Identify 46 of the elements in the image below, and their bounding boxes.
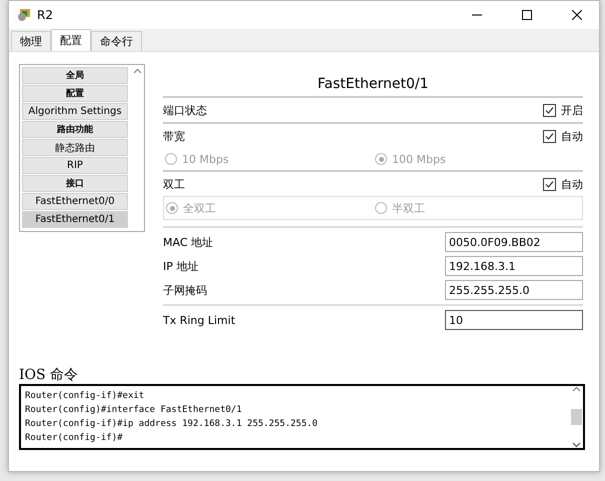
close-icon: [572, 10, 582, 20]
scroll-up-icon[interactable]: [572, 386, 580, 392]
tab[interactable]: 命令行: [91, 31, 142, 51]
sidebar-item[interactable]: 接口: [22, 175, 128, 192]
tab[interactable]: 配置: [51, 29, 91, 51]
checkmark-icon: [545, 106, 554, 114]
checkmark-icon: [545, 180, 554, 188]
input-field[interactable]: 10: [445, 310, 583, 330]
sidebar-item[interactable]: FastEthernet0/0: [22, 193, 128, 210]
input-field[interactable]: 192.168.3.1: [445, 256, 583, 276]
field-label: IP 地址: [163, 258, 198, 274]
router-icon: [17, 8, 31, 22]
radio-label: 半双工: [392, 200, 425, 216]
sidebar-item[interactable]: 路由功能: [22, 121, 128, 138]
radio-label: 100 Mbps: [392, 152, 446, 166]
field-label: Tx Ring Limit: [163, 314, 236, 326]
field-label: 带宽: [163, 128, 185, 144]
sidebar-item[interactable]: RIP: [22, 157, 128, 174]
radio-label: 全双工: [183, 200, 216, 216]
sidebar-item[interactable]: 静态路由: [22, 139, 128, 156]
console-output[interactable]: Router(config-if)#exit Router(config)#interface FastEthernet0/1 Router(config-if)#ip address 192.168.3.1 255.255.255.0 Router(config-if)#: [19, 384, 585, 450]
scrollbar-thumb[interactable]: [570, 409, 582, 425]
radio-label: 10 Mbps: [182, 152, 229, 166]
sidebar-item[interactable]: 配置: [22, 85, 128, 102]
field-label: 端口状态: [163, 102, 207, 118]
sidebar-item[interactable]: FastEthernet0/1: [22, 211, 128, 228]
scroll-up-icon[interactable]: [132, 68, 142, 74]
input-field[interactable]: 0050.0F09.BB02: [445, 232, 583, 252]
field-label: 双工: [163, 176, 185, 192]
checkbox[interactable]: 开启: [543, 102, 583, 118]
console-line: Router(config)#interface FastEthernet0/1: [25, 404, 243, 417]
console-line: Router(config-if)#ip address 192.168.3.1 255.255.255.0: [25, 418, 319, 431]
panel-title: FastEthernet0/1: [163, 64, 583, 98]
console-line: Router(config-if)#: [25, 432, 124, 445]
sidebar-item[interactable]: 全局: [22, 67, 128, 84]
sidebar-item[interactable]: Algorithm Settings: [22, 103, 128, 120]
field-label: 子网掩码: [163, 282, 207, 298]
tab[interactable]: 物理: [11, 31, 51, 51]
scroll-down-icon[interactable]: [572, 442, 580, 448]
maximize-icon: [522, 10, 532, 20]
field-label: MAC 地址: [163, 234, 213, 250]
checkmark-icon: [545, 132, 554, 140]
section-title: IOS 命令: [19, 366, 80, 384]
window-title: R2: [37, 8, 54, 22]
input-field[interactable]: 255.255.255.0: [445, 280, 583, 300]
console-line: Router(config-if)#exit: [25, 390, 146, 403]
